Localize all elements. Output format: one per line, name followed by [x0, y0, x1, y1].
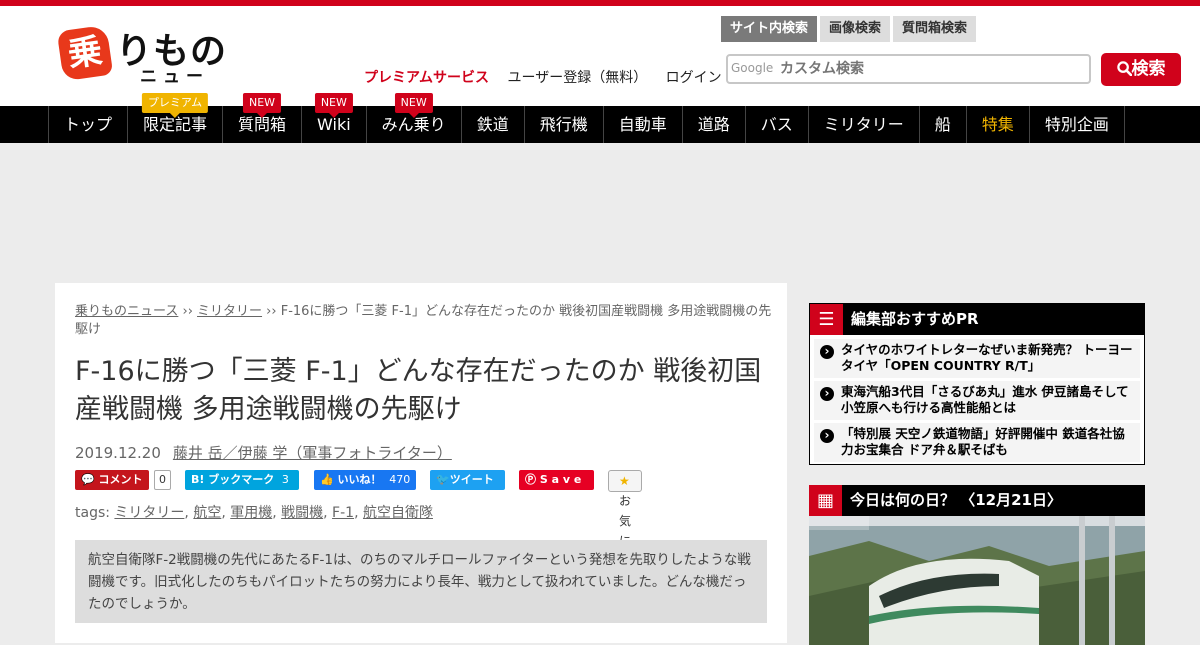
pr-item[interactable]: タイヤのホワイトレターなぜいま新発売？ トーヨータイヤ「OPEN COUNTRY…	[814, 339, 1140, 378]
nav-bus[interactable]: バス	[746, 106, 809, 143]
search-icon	[1116, 61, 1132, 77]
tag-link[interactable]: 航空自衛隊	[363, 505, 433, 521]
nav-minnori[interactable]: NEW みん乗り	[367, 93, 462, 143]
google-label: Google	[731, 61, 774, 75]
nav-feature[interactable]: 特集	[967, 106, 1030, 143]
twitter-bird-icon: 🐦	[436, 473, 450, 486]
save-label: S a v e	[539, 473, 582, 486]
nav-ship[interactable]: 船	[920, 106, 967, 143]
search-box: Google	[726, 54, 1091, 84]
tag-link[interactable]: 戦闘機	[281, 505, 323, 521]
pr-header: ☰ 編集部おすすめPR	[810, 304, 1144, 335]
tag-link[interactable]: 航空	[193, 505, 221, 521]
hatena-label: B! ブックマーク	[191, 473, 275, 486]
pr-item[interactable]: 「特別展 天空ノ鉄道物語」好評開催中 鉄道各社協力お宝集合 ドア弁＆駅そばも	[814, 423, 1140, 462]
site-header: 乗 りもの ニュース プレミアムサービス ユーザー登録（無料） ログイン サイト…	[0, 6, 1200, 112]
header-links: プレミアムサービス ユーザー登録（無料） ログイン	[364, 67, 736, 87]
article-lead: 航空自衛隊F-2戦闘機の先代にあたるF-1は、のちのマルチロールファイターという…	[75, 540, 767, 623]
nav-military[interactable]: ミリタリー	[809, 106, 920, 143]
today-title: 今日は何の日？ 〈12月21日〉	[850, 491, 1062, 509]
nav-wiki[interactable]: NEW Wiki	[302, 93, 367, 143]
tags-prefix: tags:	[75, 505, 110, 521]
editor-pr-box: ☰ 編集部おすすめPR タイヤのホワイトレターなぜいま新発売？ トーヨータイヤ「…	[809, 303, 1145, 465]
main-nav: トップ プレミアム 限定記事 NEW 質問箱 NEW Wiki NEW みん乗り 鉄道 …	[0, 93, 1200, 143]
favorite-button[interactable]: ★ お気に入り	[608, 470, 643, 588]
nav-railway[interactable]: 鉄道	[462, 106, 525, 143]
like-count: 470	[389, 473, 411, 486]
tab-image-search[interactable]: 画像検索	[820, 16, 891, 42]
train-photo-illustration	[809, 516, 1145, 645]
tab-site-search[interactable]: サイト内検索	[721, 16, 818, 42]
hatena-bookmark-button[interactable]: B! ブックマーク 3	[185, 470, 299, 490]
premium-badge: プレミアム	[141, 93, 209, 118]
today-header: ▦ 今日は何の日？ 〈12月21日〉	[809, 485, 1145, 516]
calendar-icon: ▦	[809, 485, 842, 516]
star-icon: ★	[619, 474, 630, 488]
site-logo[interactable]: 乗 りもの ニュース	[56, 24, 230, 112]
tweet-label: ツイート	[449, 473, 494, 486]
search-button-label: 検索	[1131, 59, 1166, 79]
nav-label: 鉄道	[476, 115, 509, 134]
nav-label: バス	[760, 115, 793, 134]
nav-label: 船	[934, 115, 951, 134]
new-badge: NEW	[314, 93, 353, 118]
new-badge: NEW	[243, 93, 282, 118]
pr-item[interactable]: 東海汽船3代目「さるびあ丸」進水 伊豆諸島そして小笠原へも行ける高性能船とは	[814, 381, 1140, 420]
today-box: ▦ 今日は何の日？ 〈12月21日〉	[809, 485, 1145, 645]
tag-link[interactable]: ミリタリー	[114, 505, 184, 521]
nav-premium-articles[interactable]: プレミアム 限定記事	[128, 93, 224, 143]
article-tags: tags: ミリタリー, 航空, 軍用機, 戦闘機, F-1, 航空自衛隊	[75, 505, 433, 521]
article-title: F-16に勝つ「三菱 F-1」どんな存在だったのか 戦後初国産戦闘機 多用途戦闘…	[75, 356, 762, 425]
breadcrumb-home[interactable]: 乗りものニュース	[75, 304, 178, 319]
tweet-button[interactable]: 🐦ツイート	[430, 470, 505, 490]
comment-button[interactable]: 💬 コメント	[75, 470, 149, 490]
thumbs-up-icon: 👍	[320, 473, 334, 486]
article-container: 乗りものニュース ›› ミリタリー ›› F-16に勝つ「三菱 F-1」どんな存…	[55, 283, 787, 643]
nav-top[interactable]: トップ	[49, 106, 129, 143]
comment-label: コメント	[98, 473, 143, 486]
nav-label: ミリタリー	[823, 115, 904, 134]
article-meta: 2019.12.20 藤井 岳／伊藤 学（軍事フォトライター）	[75, 442, 452, 463]
comment-count: 0	[154, 470, 171, 490]
breadcrumb-sep: ››	[178, 304, 198, 319]
article-date: 2019.12.20	[75, 444, 161, 462]
tag-link[interactable]: F-1	[332, 505, 354, 521]
today-photo[interactable]	[809, 516, 1145, 645]
comment-icon: 💬	[81, 473, 95, 486]
search-input[interactable]	[780, 58, 1080, 80]
nav-label: 自動車	[618, 115, 667, 134]
list-icon: ☰	[810, 304, 843, 335]
like-label: いいね！	[337, 473, 382, 486]
nav-label: 飛行機	[539, 115, 588, 134]
nav-question-box[interactable]: NEW 質問箱	[223, 93, 303, 143]
hatena-count: 3	[281, 473, 289, 486]
pr-title: 編集部おすすめPR	[851, 310, 979, 328]
pinterest-icon: Ⓟ	[525, 473, 536, 486]
nav-road[interactable]: 道路	[683, 106, 746, 143]
nav-label: トップ	[64, 115, 113, 134]
logo-badge: 乗	[56, 24, 114, 82]
breadcrumb: 乗りものニュース ›› ミリタリー ›› F-16に勝つ「三菱 F-1」どんな存…	[75, 303, 775, 339]
search-tabs: サイト内検索 画像検索 質問箱検索	[721, 16, 979, 42]
login-link[interactable]: ログイン	[666, 70, 722, 86]
pinterest-save-button[interactable]: Ⓟ S a v e	[519, 470, 594, 490]
nav-label: 特別企画	[1044, 115, 1109, 134]
breadcrumb-category[interactable]: ミリタリー	[197, 304, 262, 319]
nav-special-project[interactable]: 特別企画	[1030, 106, 1125, 143]
nav-label: 特集	[981, 115, 1014, 134]
nav-automobile[interactable]: 自動車	[604, 106, 683, 143]
premium-service-link[interactable]: プレミアムサービス	[364, 70, 489, 86]
nav-aircraft[interactable]: 飛行機	[525, 106, 604, 143]
new-badge: NEW	[394, 93, 433, 118]
tab-question-search[interactable]: 質問箱検索	[893, 16, 977, 42]
facebook-like-button[interactable]: 👍 いいね！ 470	[314, 470, 416, 490]
register-link[interactable]: ユーザー登録（無料）	[507, 70, 647, 86]
nav-label: 道路	[697, 115, 730, 134]
tag-link[interactable]: 軍用機	[230, 505, 272, 521]
article-author[interactable]: 藤井 岳／伊藤 学（軍事フォトライター）	[173, 444, 452, 462]
breadcrumb-sep: ››	[262, 304, 281, 319]
search-button[interactable]: 検索	[1101, 53, 1181, 86]
